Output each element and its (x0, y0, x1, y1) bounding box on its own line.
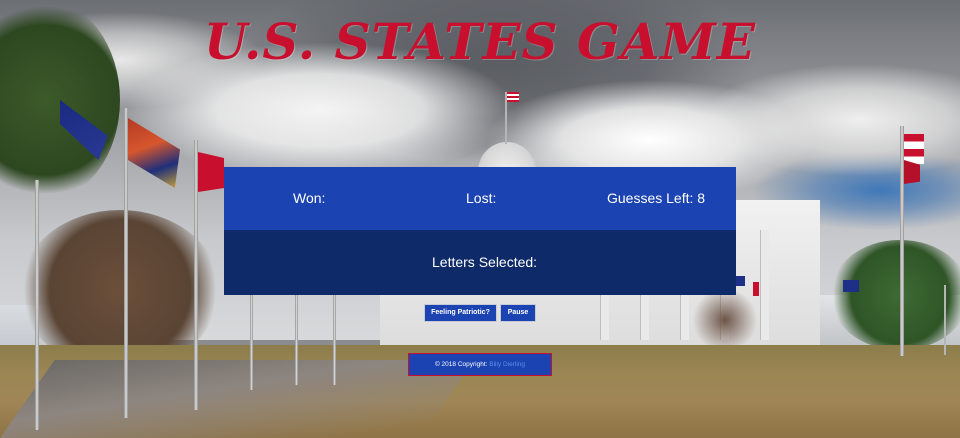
footer: © 2018 Copyright: Billy Dierling (408, 353, 552, 376)
state-flag-icon (843, 280, 859, 292)
state-flag-icon (753, 282, 759, 296)
flagpole (944, 285, 946, 355)
flagpole (333, 290, 336, 385)
game-title: U.S. STATES GAME (204, 12, 756, 71)
stats-row: Won: Lost: Guesses Left: 8 (224, 167, 736, 230)
building-column (760, 230, 769, 340)
state-flag-icon (735, 276, 745, 286)
guesses-left-label: Guesses Left: (607, 190, 694, 206)
won-label: Won: (293, 190, 326, 206)
us-flag-icon (507, 92, 519, 102)
flagpole (194, 140, 198, 410)
letters-selected-label: Letters Selected: (432, 254, 538, 270)
state-flag-icon (198, 152, 224, 192)
copyright-text: © 2018 Copyright: (434, 361, 488, 368)
flagpole (35, 180, 39, 430)
flagpole (124, 108, 128, 418)
tree-small (690, 290, 760, 350)
pause-button[interactable]: Pause (500, 304, 536, 322)
guesses-left-stat: Guesses Left: 8 (607, 190, 705, 206)
tree-right (830, 240, 960, 350)
guesses-left-value: 8 (697, 190, 706, 206)
author-link[interactable]: Billy Dierling (489, 361, 525, 368)
letters-row: Letters Selected: (224, 230, 736, 295)
feeling-patriotic-button[interactable]: Feeling Patriotic? (424, 304, 497, 322)
word-blanks: _ _ _ _ _ _ _ _ _ _ _ _ (348, 122, 610, 138)
letters-selected: Letters Selected: (432, 254, 537, 270)
won-stat: Won: (293, 190, 325, 206)
game-controls: Feeling Patriotic? Pause (424, 304, 544, 322)
lost-label: Lost: (466, 190, 497, 206)
flagpole (295, 285, 298, 385)
flagpole (250, 280, 253, 390)
lost-stat: Lost: (466, 190, 496, 206)
scoreboard-panel: Won: Lost: Guesses Left: 8 Letters Selec… (224, 167, 736, 295)
us-flag-icon (904, 134, 924, 164)
walkway (0, 360, 475, 438)
